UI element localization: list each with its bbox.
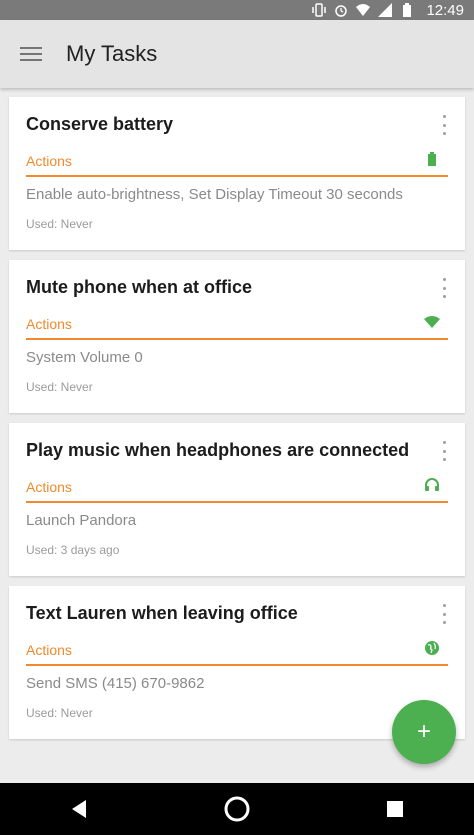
- actions-label: Actions: [26, 479, 72, 495]
- used-status: Used: Never: [26, 706, 93, 720]
- back-icon[interactable]: [59, 789, 99, 829]
- fab-label: +: [416, 718, 431, 745]
- action-detail: Send SMS (415) 670-9862: [26, 675, 205, 692]
- actions-label: Actions: [26, 642, 72, 658]
- task-list: Conserve battery Actions Enable auto-bri…: [9, 97, 465, 749]
- system-nav-bar: [0, 783, 474, 835]
- actions-section[interactable]: Actions: [26, 149, 448, 177]
- vibrate-icon: [312, 3, 327, 17]
- wifi-icon: [424, 314, 440, 330]
- task-title: Text Lauren when leaving office: [26, 603, 298, 623]
- add-task-button[interactable]: +: [392, 700, 456, 764]
- used-status: Used: 3 days ago: [26, 543, 120, 557]
- status-time: 12:49: [426, 1, 464, 19]
- status-bar: 12:49: [0, 0, 474, 20]
- app-bar: My Tasks: [0, 20, 474, 88]
- more-vert-icon[interactable]: [439, 278, 449, 298]
- hamburger-menu-icon[interactable]: [16, 39, 46, 69]
- used-status: Used: Never: [26, 217, 93, 231]
- battery-icon: [400, 3, 414, 17]
- task-title: Conserve battery: [26, 114, 174, 134]
- actions-label: Actions: [26, 316, 72, 332]
- more-vert-icon[interactable]: [439, 441, 449, 461]
- task-card[interactable]: Conserve battery Actions Enable auto-bri…: [9, 97, 465, 250]
- recents-icon[interactable]: [375, 789, 415, 829]
- page-title: My Tasks: [66, 41, 158, 66]
- task-card[interactable]: Play music when headphones are connected…: [9, 423, 465, 576]
- action-detail: Enable auto-brightness, Set Display Time…: [26, 186, 403, 203]
- actions-section[interactable]: Actions: [26, 312, 448, 340]
- signal-icon: [378, 3, 393, 17]
- more-vert-icon[interactable]: [439, 115, 449, 135]
- alarm-icon: [334, 3, 348, 17]
- task-card[interactable]: Mute phone when at office Actions System…: [9, 260, 465, 413]
- headphones-icon: [424, 477, 440, 493]
- more-vert-icon[interactable]: [439, 604, 449, 624]
- action-detail: Launch Pandora: [26, 512, 137, 529]
- used-status: Used: Never: [26, 380, 93, 394]
- wifi-icon: [356, 3, 371, 17]
- location-globe-icon: [424, 640, 440, 656]
- actions-section[interactable]: Actions: [26, 475, 448, 503]
- home-icon[interactable]: [217, 789, 257, 829]
- task-title: Play music when headphones are connected: [26, 440, 410, 460]
- task-title: Mute phone when at office: [26, 277, 253, 297]
- actions-section[interactable]: Actions: [26, 638, 448, 666]
- battery-icon: [424, 151, 440, 167]
- action-detail: System Volume 0: [26, 349, 143, 366]
- actions-label: Actions: [26, 153, 72, 169]
